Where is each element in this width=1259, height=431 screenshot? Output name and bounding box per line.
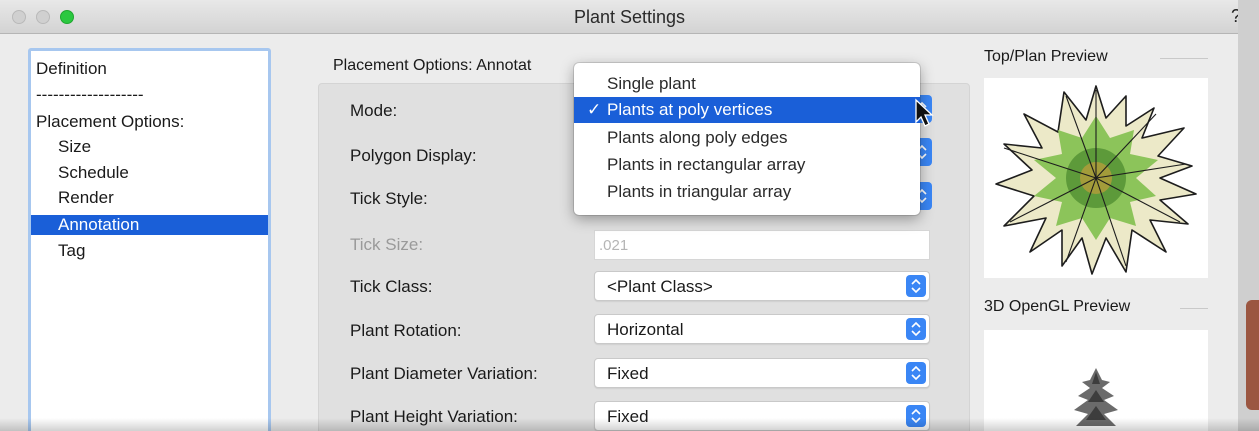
chevron-up-down-icon xyxy=(906,362,926,384)
divider xyxy=(1160,58,1208,59)
plant-settings-window: Plant Settings ? Definition ------------… xyxy=(0,0,1259,431)
menu-item-plants-along-poly-edges[interactable]: Plants along poly edges xyxy=(574,125,920,151)
opengl-preview xyxy=(984,330,1208,431)
checkmark-icon: ✓ xyxy=(587,100,602,119)
menu-item-label: Plants along poly edges xyxy=(607,128,788,147)
mode-dropdown-menu[interactable]: Single plant ✓ Plants at poly vertices P… xyxy=(574,63,920,215)
chevron-up-down-icon xyxy=(906,318,926,340)
sidebar-separator: ------------------- xyxy=(36,85,144,104)
menu-item-label: Plants at poly vertices xyxy=(607,100,773,119)
plant-rotation-label: Plant Rotation: xyxy=(350,321,462,340)
divider xyxy=(1180,308,1208,309)
plant-diameter-variation-label: Plant Diameter Variation: xyxy=(350,364,538,383)
menu-item-label: Single plant xyxy=(607,74,696,93)
menu-item-plants-in-triangular-array[interactable]: Plants in triangular array xyxy=(574,179,920,205)
sidebar-item-schedule[interactable]: Schedule xyxy=(58,163,129,183)
plant-rotation-popup[interactable]: Horizontal xyxy=(594,314,930,344)
plant-plan-symbol-icon xyxy=(995,85,1197,275)
title-bar: Plant Settings ? xyxy=(0,0,1259,34)
mode-label: Mode: xyxy=(350,101,398,120)
sidebar-item-annotation[interactable]: Annotation xyxy=(31,215,268,235)
tick-class-popup[interactable]: <Plant Class> xyxy=(594,271,930,301)
top-plan-preview-title: Top/Plan Preview xyxy=(984,48,1108,65)
tick-size-value: .021 xyxy=(599,237,629,254)
sidebar-item-placement-options[interactable]: Placement Options: xyxy=(36,112,184,132)
tick-class-label: Tick Class: xyxy=(350,277,433,296)
background-window xyxy=(1246,300,1259,410)
menu-item-label: Plants in triangular array xyxy=(607,182,792,201)
sidebar-item-size[interactable]: Size xyxy=(58,137,91,157)
polygon-display-label: Polygon Display: xyxy=(350,146,477,165)
tick-size-label: Tick Size: xyxy=(350,235,424,254)
section-title: Placement Options: Annotat xyxy=(333,57,532,74)
plant-rotation-value: Horizontal xyxy=(607,320,684,339)
menu-item-plants-at-poly-vertices[interactable]: ✓ Plants at poly vertices xyxy=(574,97,920,123)
sidebar-item-render[interactable]: Render xyxy=(58,188,114,208)
sidebar-item-tag[interactable]: Tag xyxy=(58,241,85,261)
tick-class-value: <Plant Class> xyxy=(607,277,713,296)
chevron-up-down-icon xyxy=(906,275,926,297)
window-title: Plant Settings xyxy=(573,7,686,27)
tick-size-field: .021 xyxy=(594,230,930,260)
plant-3d-model-icon xyxy=(1074,368,1118,426)
mouse-cursor-icon xyxy=(915,98,934,127)
settings-sidebar[interactable]: Definition ------------------- Placement… xyxy=(28,48,271,431)
sidebar-item-definition[interactable]: Definition xyxy=(36,59,107,79)
menu-item-single-plant[interactable]: Single plant xyxy=(574,71,920,97)
plant-diameter-variation-popup[interactable]: Fixed xyxy=(594,358,930,388)
menu-item-plants-in-rectangular-array[interactable]: Plants in rectangular array xyxy=(574,152,920,178)
opengl-preview-title: 3D OpenGL Preview xyxy=(984,298,1131,315)
top-plan-preview xyxy=(984,78,1208,278)
window-shadow xyxy=(0,418,1259,431)
plant-diameter-variation-value: Fixed xyxy=(607,364,649,383)
menu-item-label: Plants in rectangular array xyxy=(607,155,806,174)
tick-style-label: Tick Style: xyxy=(350,189,428,208)
